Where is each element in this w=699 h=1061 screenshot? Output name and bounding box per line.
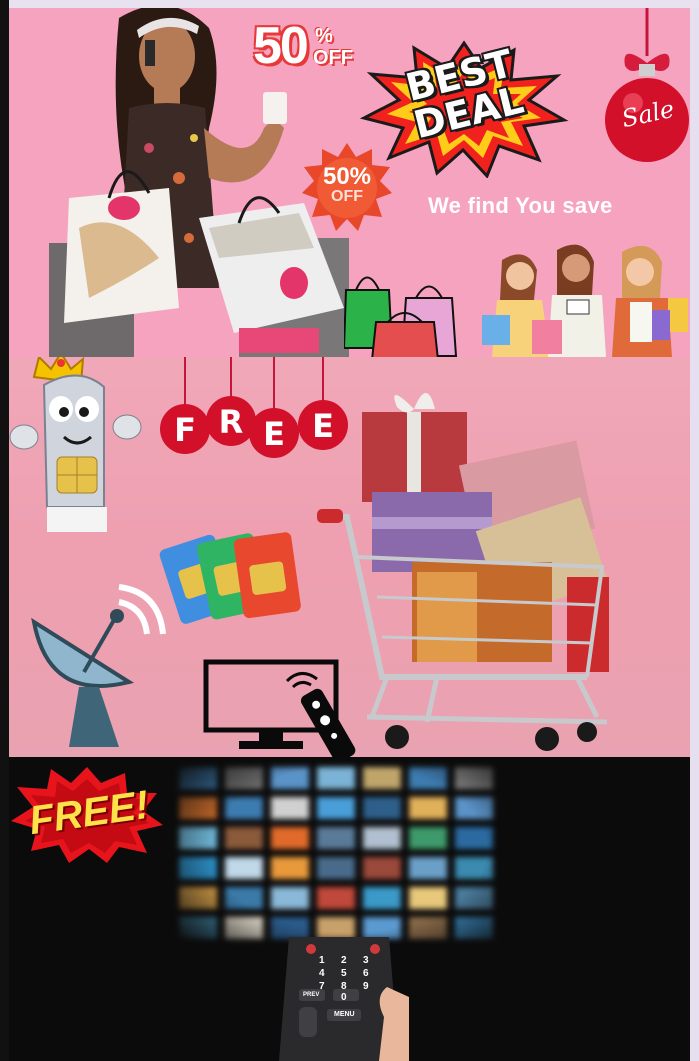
remote-key-5: 5 (341, 968, 347, 979)
burst-off: OFF (331, 188, 363, 205)
shopping-friends-illustration (482, 244, 688, 357)
remote-key-9: 9 (363, 981, 369, 992)
deal-banner: 50 % OFF BEST DEAL Sale 50% OFF We find … (9, 8, 690, 357)
satellite-dish-icon (31, 584, 166, 747)
remote-key-2: 2 (341, 955, 347, 966)
left-edge-bar (0, 0, 9, 1061)
remote-key-8: 8 (341, 981, 347, 992)
sale-ornament: Sale (601, 8, 689, 173)
discount-off: OFF (313, 47, 353, 69)
free-letter-e1: E (263, 415, 285, 453)
sim-card-mascot-illustration (9, 357, 142, 532)
shopping-bags-icon (344, 276, 458, 357)
discount-number: 50 (253, 17, 309, 75)
fifty-off-burst: 50% OFF (302, 143, 392, 233)
remote-key-6: 6 (363, 968, 369, 979)
remote-key-prev: PREV (303, 992, 320, 998)
free-letter-f: F (174, 411, 196, 449)
christmas-ornament-icon (605, 8, 689, 162)
fifty-percent-off-badge: 50 % OFF (253, 17, 353, 75)
free-letter-r: R (219, 403, 244, 441)
remote-key-3: 3 (363, 955, 369, 966)
tv-remote-in-hand: 1 2 3 4 5 6 7 8 9 PREV 0 MENU (279, 937, 409, 1061)
shopping-cart-with-gifts-illustration (317, 393, 609, 751)
remote-key-0: 0 (341, 992, 347, 1003)
remote-key-menu: MENU (334, 1011, 355, 1018)
free-badge: FREE! (9, 765, 164, 865)
remote-key-7: 7 (319, 981, 325, 992)
tagline: We find You save (428, 193, 613, 218)
sim-cards-icon (159, 532, 301, 624)
free-tv-banner: 1 2 3 4 5 6 7 8 9 PREV 0 MENU FREE! (9, 757, 690, 1061)
discount-percent: % (315, 25, 333, 47)
burst-percent: 50% (322, 163, 372, 190)
top-strip (0, 0, 699, 8)
remote-key-4: 4 (319, 968, 325, 979)
remote-key-1: 1 (319, 955, 325, 966)
free-services-banner: F R E E (9, 357, 690, 757)
